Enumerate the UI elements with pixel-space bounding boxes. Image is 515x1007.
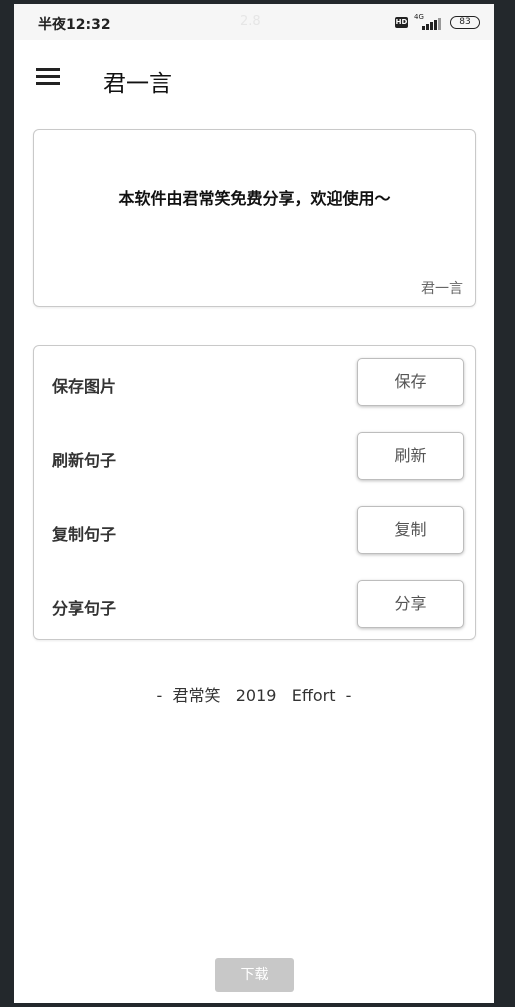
- action-label-share: 分享句子: [52, 599, 117, 618]
- action-row-refresh: 刷新句子 刷新: [34, 432, 475, 482]
- refresh-button[interactable]: 刷新: [357, 432, 464, 480]
- action-row-copy: 复制句子 复制: [34, 506, 475, 556]
- actions-card: 保存图片 保存 刷新句子 刷新 复制句子 复制 分享句子 分享: [33, 345, 476, 640]
- action-row-share: 分享句子 分享: [34, 580, 475, 630]
- battery-icon: 83: [450, 15, 480, 29]
- hamburger-menu-icon[interactable]: [36, 68, 60, 86]
- save-button[interactable]: 保存: [357, 358, 464, 406]
- action-label-save: 保存图片: [52, 377, 117, 396]
- quote-card: 本软件由君常笑免费分享，欢迎使用～ 君一言: [33, 129, 476, 307]
- status-center-text: 2.8: [240, 14, 261, 29]
- copy-button[interactable]: 复制: [357, 506, 464, 554]
- action-row-save: 保存图片 保存: [34, 358, 475, 408]
- status-bar: 半夜12:32 2.8 HD 4G 83: [14, 4, 494, 40]
- app-title: 君一言: [103, 71, 172, 97]
- hd-icon: HD: [395, 16, 408, 28]
- app-screen: 半夜12:32 2.8 HD 4G 83 君一言 本软件由君常笑免费分享，欢迎使: [14, 4, 494, 1003]
- signal-icon: 4G: [414, 13, 444, 30]
- download-button[interactable]: 下载: [215, 958, 294, 992]
- status-time: 半夜12:32: [38, 17, 111, 33]
- app-bar: 君一言: [14, 40, 494, 112]
- status-icons: HD 4G 83: [395, 13, 480, 30]
- action-label-refresh: 刷新句子: [52, 451, 117, 470]
- quote-author: 君一言: [421, 281, 463, 297]
- footer-text: - 君常笑 2019 Effort -: [156, 686, 352, 705]
- action-label-copy: 复制句子: [52, 525, 117, 544]
- share-button[interactable]: 分享: [357, 580, 464, 628]
- quote-text: 本软件由君常笑免费分享，欢迎使用～: [118, 189, 391, 208]
